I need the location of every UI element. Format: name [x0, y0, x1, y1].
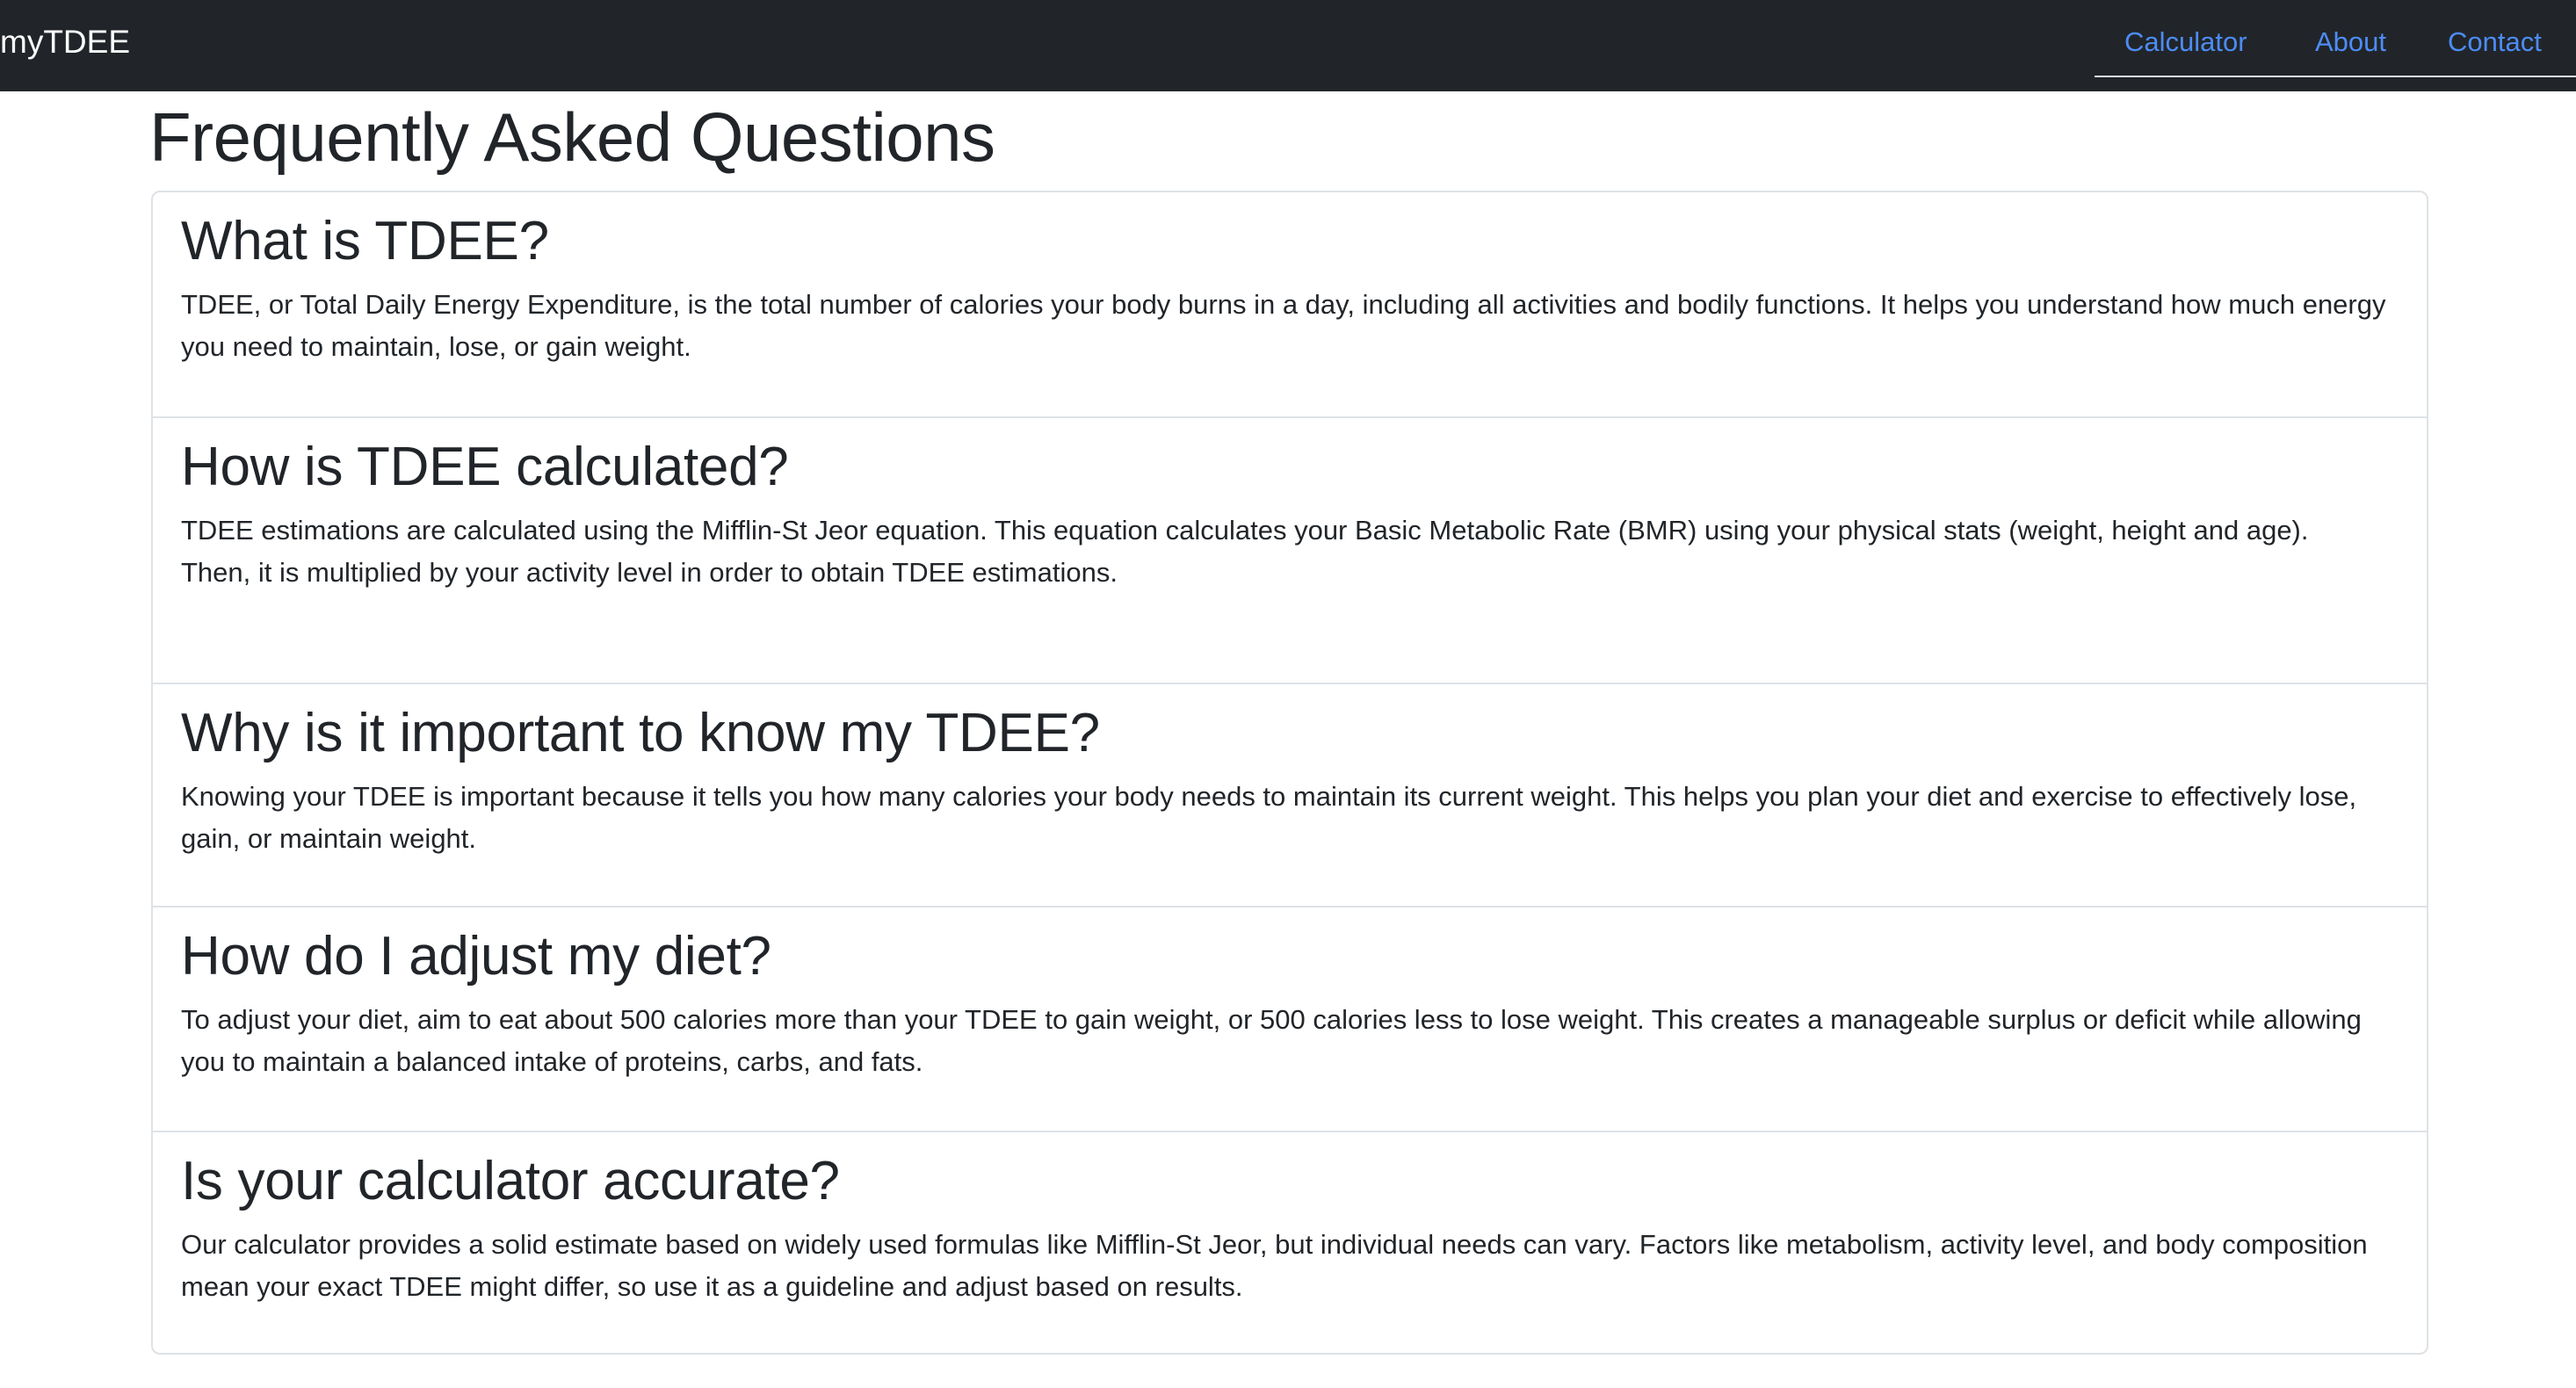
brand-logo-link[interactable]: myTDEE	[0, 0, 130, 84]
faq-answer-paragraph: Knowing your TDEE is important because i…	[181, 781, 2357, 854]
faq-item-calculator-accurate: Is your calculator accurate? Our calcula…	[153, 1131, 2427, 1353]
top-navbar: myTDEE Calculator About Contact	[0, 0, 2576, 91]
nav-link-about[interactable]: About	[2315, 0, 2386, 84]
faq-answer-paragraph: Our calculator provides a solid estimate…	[181, 1229, 2368, 1302]
faq-list: What is TDEE? TDEE, or Total Daily Energ…	[151, 191, 2428, 1355]
nav-link-calculator[interactable]: Calculator	[2124, 0, 2247, 84]
faq-answer-paragraph: To adjust your diet, aim to eat about 50…	[181, 1004, 2362, 1077]
faq-question: Is your calculator accurate?	[181, 1151, 840, 1211]
faq-answer: TDEE estimations are calculated using th…	[181, 510, 2400, 594]
nav-link-contact[interactable]: Contact	[2448, 0, 2542, 84]
nav-links: Calculator About Contact	[2095, 0, 2576, 77]
faq-answer: Knowing your TDEE is important because i…	[181, 776, 2400, 860]
faq-answer-paragraph: TDEE, or Total Daily Energy Expenditure,…	[181, 289, 2386, 362]
faq-question: How is TDEE calculated?	[181, 437, 789, 497]
faq-item-adjust-diet: How do I adjust my diet? To adjust your …	[153, 906, 2427, 1131]
faq-answer-paragraph: TDEE estimations are calculated using th…	[181, 515, 2309, 546]
faq-question: What is TDEE?	[181, 211, 549, 271]
faq-answer-paragraph: Then, it is multiplied by your activity …	[181, 557, 1118, 588]
faq-question: How do I adjust my diet?	[181, 926, 771, 987]
faq-answer: Our calculator provides a solid estimate…	[181, 1224, 2400, 1308]
faq-item-how-calculated: How is TDEE calculated? TDEE estimations…	[153, 416, 2427, 683]
faq-item-why-important: Why is it important to know my TDEE? Kno…	[153, 683, 2427, 906]
faq-answer: To adjust your diet, aim to eat about 50…	[181, 999, 2400, 1083]
faq-answer: TDEE, or Total Daily Energy Expenditure,…	[181, 284, 2400, 368]
page-title: Frequently Asked Questions	[149, 98, 995, 176]
faq-item-what-is-tdee: What is TDEE? TDEE, or Total Daily Energ…	[153, 192, 2427, 416]
faq-question: Why is it important to know my TDEE?	[181, 703, 1100, 763]
